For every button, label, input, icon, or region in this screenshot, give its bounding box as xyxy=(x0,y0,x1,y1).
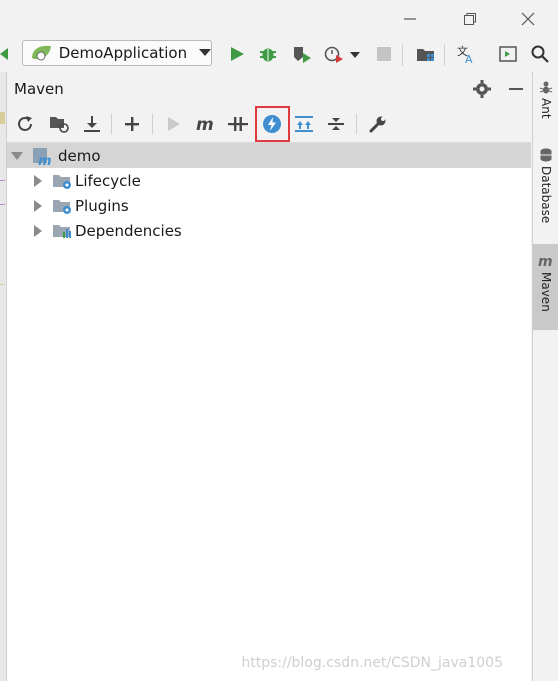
toolbar-separator xyxy=(111,114,112,134)
add-maven-project-button[interactable] xyxy=(119,111,145,137)
watermark-text: https://blog.csdn.net/CSDN_java1005 xyxy=(241,655,503,671)
tab-label: Maven xyxy=(539,272,553,312)
database-icon xyxy=(540,148,552,162)
offline-icon xyxy=(228,117,248,131)
download-icon xyxy=(84,116,100,132)
maven-tool-window: Maven m m demo Lifecycle Plugins Depende… xyxy=(7,72,531,681)
tab-maven[interactable]: m Maven xyxy=(533,244,558,330)
tree-row-plugins[interactable]: Plugins xyxy=(7,193,531,218)
run-icon xyxy=(231,47,244,61)
svg-text:m: m xyxy=(538,254,553,268)
maven-m-icon: m xyxy=(196,116,214,132)
close-window-button[interactable] xyxy=(508,6,548,32)
run-button[interactable] xyxy=(225,42,249,66)
maven-module-icon: m xyxy=(33,147,52,166)
terminal-button[interactable] xyxy=(496,42,520,66)
restore-window-button[interactable] xyxy=(450,6,490,32)
folder-gear-icon xyxy=(53,199,71,214)
run-icon xyxy=(168,117,180,131)
folder-chart-icon xyxy=(53,224,71,238)
svg-text:m: m xyxy=(196,116,214,132)
tree-row-project[interactable]: m demo xyxy=(7,143,531,168)
tree-node-label: Lifecycle xyxy=(75,171,141,190)
toolbar-separator xyxy=(152,114,153,134)
profile-button[interactable] xyxy=(322,42,346,66)
close-icon xyxy=(521,12,535,26)
expand-all-icon xyxy=(295,116,313,132)
tab-ant[interactable]: Ant xyxy=(533,80,558,142)
tree-node-label: demo xyxy=(58,146,101,165)
wrench-icon xyxy=(369,116,386,133)
reload-projects-button[interactable] xyxy=(12,111,38,137)
svg-text:A: A xyxy=(465,53,473,64)
toolbar-separator xyxy=(444,44,445,66)
stop-button[interactable] xyxy=(372,42,396,66)
folder-grid-icon xyxy=(417,49,434,61)
svg-text:m: m xyxy=(38,154,52,166)
run-with-coverage-button[interactable] xyxy=(290,42,314,66)
project-structure-button[interactable] xyxy=(414,42,438,66)
chevron-right-icon[interactable] xyxy=(34,174,42,187)
maven-settings-button[interactable] xyxy=(365,111,391,137)
editor-edge-strip xyxy=(0,72,7,681)
stop-icon xyxy=(377,47,391,61)
tab-database[interactable]: Database xyxy=(533,148,558,238)
hide-panel-button[interactable] xyxy=(505,78,527,100)
minimize-icon xyxy=(509,88,523,90)
search-icon xyxy=(531,45,549,63)
folder-refresh-icon xyxy=(50,117,69,133)
arrow-left-icon xyxy=(0,48,8,60)
window-title-bar xyxy=(0,0,558,36)
download-sources-button[interactable] xyxy=(79,111,105,137)
spring-boot-icon xyxy=(32,45,51,61)
run-configuration-label: DemoApplication xyxy=(58,44,188,62)
generate-sources-button[interactable] xyxy=(46,111,72,137)
folder-gear-icon xyxy=(53,174,71,189)
profiler-clock-icon xyxy=(324,46,343,63)
translate-icon: 文A xyxy=(457,44,473,64)
maven-m-icon: m xyxy=(538,254,553,268)
skip-tests-button[interactable] xyxy=(259,111,285,137)
refresh-icon xyxy=(18,116,32,131)
tree-row-lifecycle[interactable]: Lifecycle xyxy=(7,168,531,193)
bug-icon xyxy=(260,48,276,62)
terminal-icon xyxy=(499,46,517,62)
collapse-all-icon xyxy=(328,118,344,130)
right-tool-stripe: Ant Database m Maven xyxy=(532,72,558,681)
chevron-right-icon[interactable] xyxy=(34,199,42,212)
gear-icon xyxy=(473,80,491,98)
tree-node-label: Dependencies xyxy=(75,221,182,240)
chevron-down-icon xyxy=(199,49,211,56)
chevron-down-icon[interactable] xyxy=(11,151,23,160)
tab-label: Database xyxy=(539,166,553,224)
tree-row-dependencies[interactable]: Dependencies xyxy=(7,218,531,243)
lightning-bolt-icon xyxy=(263,115,281,133)
chevron-right-icon[interactable] xyxy=(34,224,42,237)
panel-title: Maven xyxy=(14,80,64,98)
maven-toolbar: m xyxy=(7,106,531,143)
toolbar-separator xyxy=(356,114,357,134)
chevron-down-icon[interactable] xyxy=(350,52,360,58)
toolbar-separator xyxy=(402,44,403,66)
ant-icon xyxy=(539,81,553,94)
main-toolbar: DemoApplication 文A xyxy=(0,36,558,73)
translate-button[interactable]: 文A xyxy=(454,42,478,66)
search-everywhere-button[interactable] xyxy=(528,42,552,66)
collapse-all-button[interactable] xyxy=(323,111,349,137)
debug-button[interactable] xyxy=(256,42,280,66)
settings-button[interactable] xyxy=(471,78,493,100)
coverage-icon xyxy=(294,47,311,63)
minimize-window-button[interactable] xyxy=(390,6,430,32)
toggle-offline-mode-button[interactable] xyxy=(225,111,251,137)
minimize-icon xyxy=(404,18,416,20)
run-configuration-select[interactable]: DemoApplication xyxy=(22,40,212,66)
run-maven-build-button[interactable] xyxy=(161,111,187,137)
maven-panel-header: Maven xyxy=(7,72,531,106)
tab-label: Ant xyxy=(539,98,553,119)
tree-node-label: Plugins xyxy=(75,196,129,215)
show-dependencies-button[interactable] xyxy=(291,111,317,137)
plus-icon xyxy=(125,117,139,131)
restore-icon xyxy=(464,13,476,25)
execute-maven-goal-button[interactable]: m xyxy=(193,111,219,137)
